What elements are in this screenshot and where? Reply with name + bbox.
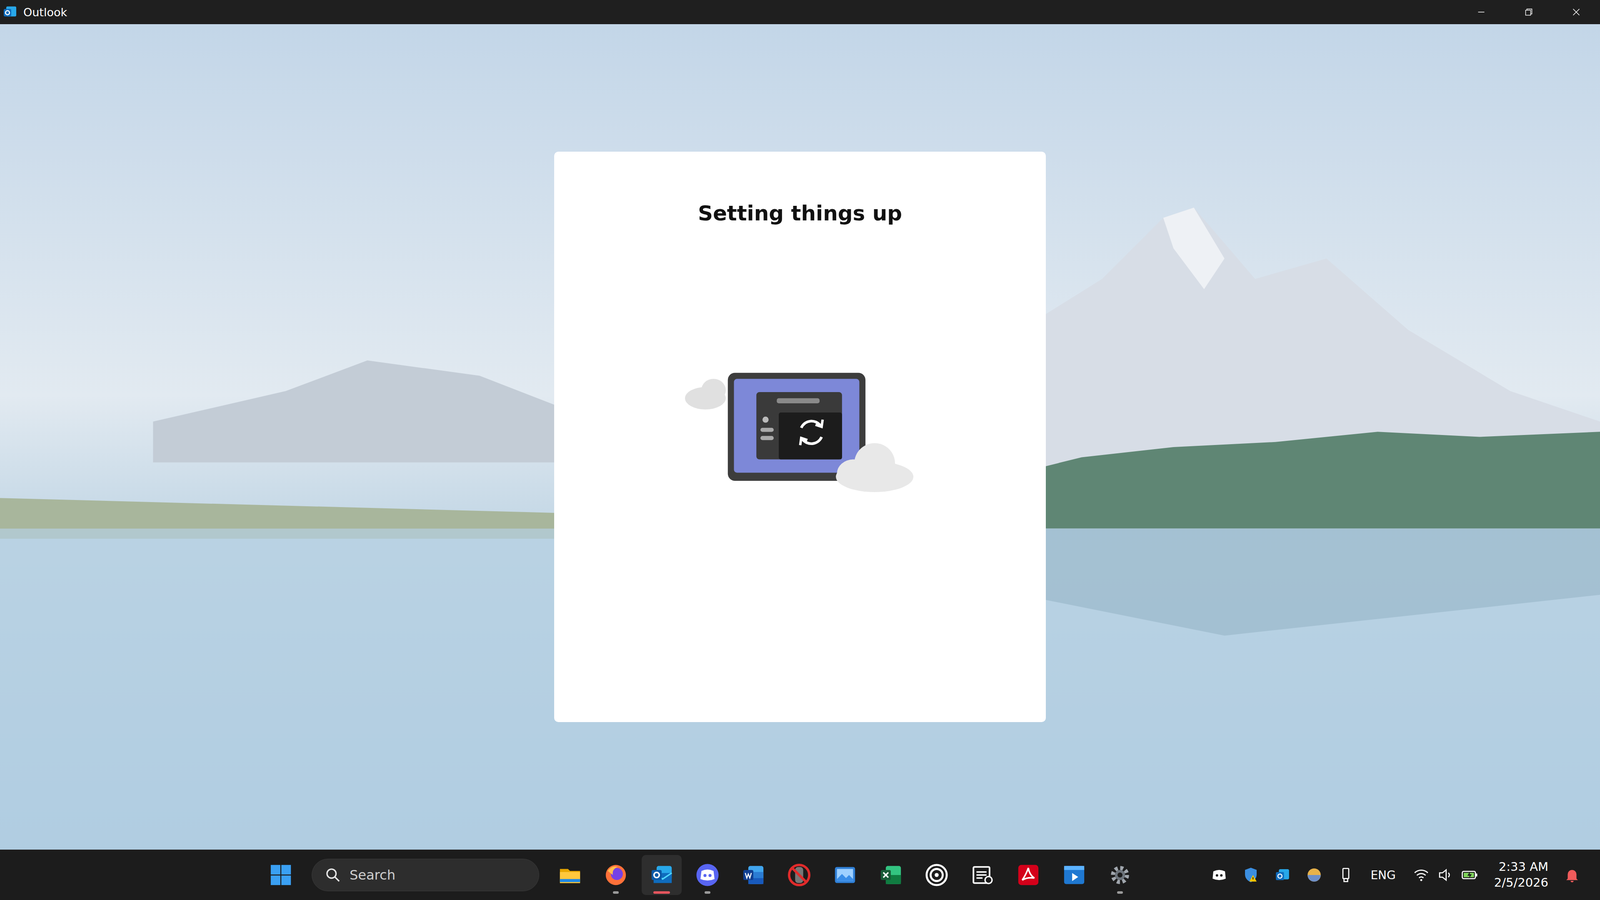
restore-icon <box>1522 5 1535 19</box>
setup-dialog: Setting things up <box>554 151 1046 723</box>
taskbar: Search ENG 2:33 AM2/5/2026 <box>0 849 1600 900</box>
window-body: Setting things up <box>0 24 1600 850</box>
search-placeholder: Search <box>349 867 396 883</box>
restore-button[interactable] <box>1505 0 1553 25</box>
blocked-icon <box>787 862 812 888</box>
setup-title: Setting things up <box>697 200 903 226</box>
reader-icon <box>970 862 995 888</box>
usb-icon <box>1337 866 1355 884</box>
running-indicator <box>704 891 711 894</box>
outlook-icon <box>649 862 674 888</box>
tray-icon[interactable] <box>1207 863 1231 887</box>
search-box[interactable]: Search <box>311 858 540 892</box>
quick-settings[interactable] <box>1409 866 1482 884</box>
acrobat-icon <box>1016 862 1041 888</box>
discord-icon <box>1210 866 1228 884</box>
running-indicator <box>653 891 670 894</box>
magnifier-icon <box>324 866 342 884</box>
taskbar-app[interactable] <box>1008 855 1049 895</box>
media-icon <box>1062 862 1087 888</box>
explorer-icon <box>557 862 583 888</box>
system-tray: ENG 2:33 AM2/5/2026 <box>1207 859 1584 891</box>
tray-icon[interactable] <box>1239 863 1263 887</box>
minimize-icon <box>1475 5 1488 19</box>
discord-icon <box>695 862 720 888</box>
wifi-icon <box>1412 866 1430 884</box>
taskbar-app[interactable] <box>687 855 728 895</box>
taskbar-app[interactable] <box>870 855 911 895</box>
clock-time: 2:33 AM <box>1498 859 1549 875</box>
title-bar: Outlook <box>0 0 1600 25</box>
excel-icon <box>878 862 903 888</box>
ubisoft-icon <box>924 862 949 888</box>
taskbar-app[interactable] <box>825 855 865 895</box>
firefox-icon <box>603 862 628 888</box>
window-title: Outlook <box>23 5 68 19</box>
running-indicator <box>612 891 619 894</box>
clock[interactable]: 2:33 AM2/5/2026 <box>1490 859 1552 891</box>
notifications-button[interactable] <box>1560 863 1584 887</box>
start-button[interactable] <box>260 855 301 895</box>
taskbar-app[interactable] <box>641 855 682 895</box>
defender-icon <box>1242 866 1260 884</box>
running-indicator <box>1117 891 1123 894</box>
taskbar-app[interactable] <box>1100 855 1140 895</box>
volume-icon <box>1436 866 1455 884</box>
windows-logo-icon <box>268 862 293 888</box>
outlook-icon <box>1273 866 1292 884</box>
tray-icon[interactable] <box>1271 863 1294 887</box>
tray-icon[interactable] <box>1302 863 1326 887</box>
bell-icon <box>1563 866 1581 884</box>
sphere-icon <box>1305 866 1323 884</box>
minimize-button[interactable] <box>1457 0 1505 25</box>
taskbar-app[interactable] <box>595 855 636 895</box>
outlook-icon <box>2 4 18 20</box>
settings-icon <box>1107 862 1133 888</box>
battery-icon <box>1460 866 1479 884</box>
syncing-device-icon <box>685 371 916 495</box>
input-language[interactable]: ENG <box>1366 868 1400 883</box>
word-icon <box>741 862 766 888</box>
taskbar-app[interactable] <box>1054 855 1095 895</box>
tray-icon[interactable] <box>1334 863 1358 887</box>
close-icon <box>1570 5 1583 19</box>
clock-date: 2/5/2026 <box>1494 875 1549 891</box>
taskbar-app[interactable] <box>916 855 957 895</box>
mail-icon <box>832 862 858 888</box>
taskbar-app[interactable] <box>962 855 1003 895</box>
taskbar-app[interactable] <box>733 855 774 895</box>
close-button[interactable] <box>1552 0 1600 25</box>
taskbar-app[interactable] <box>779 855 820 895</box>
desktop: Outlook Setting things up Search ENG 2:33 AM… <box>0 0 1600 900</box>
taskbar-app[interactable] <box>550 855 590 895</box>
